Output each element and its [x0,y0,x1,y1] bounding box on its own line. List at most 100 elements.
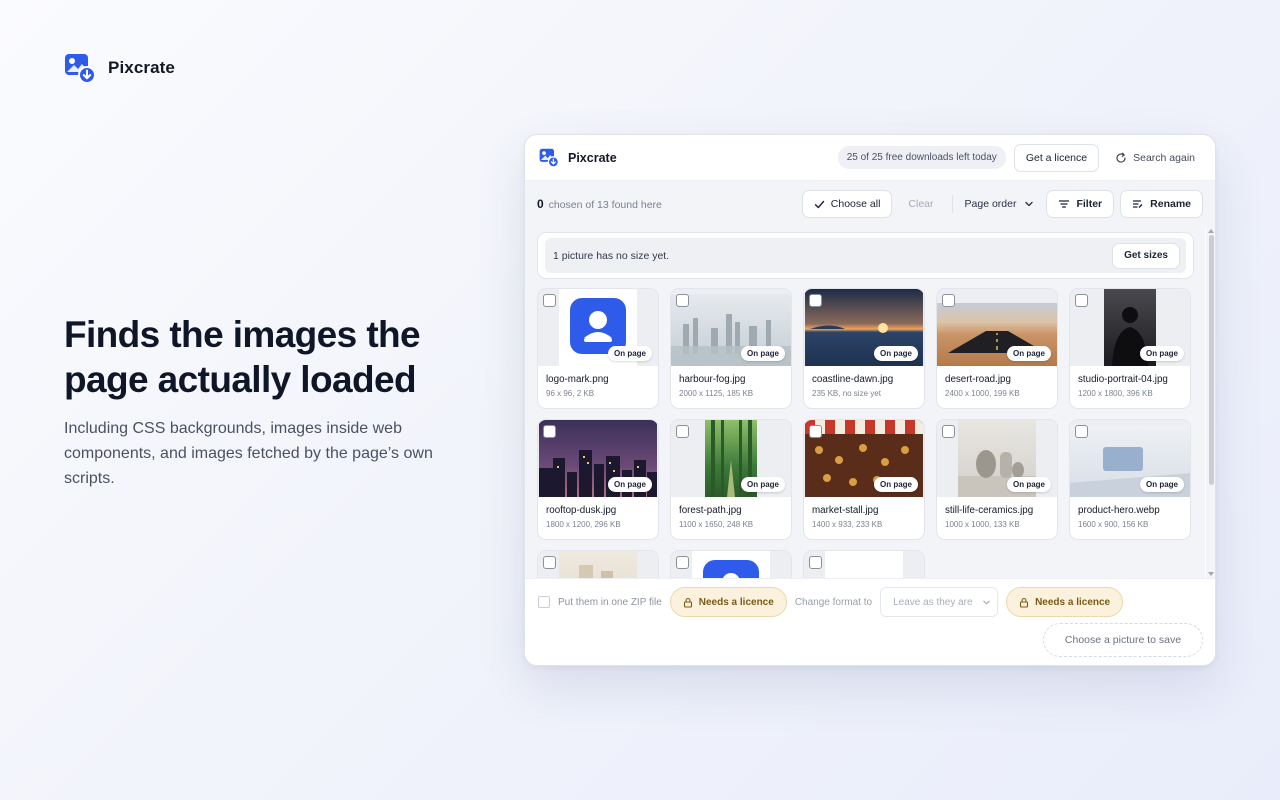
image-card[interactable]: On page harbour-fog.jpg 2000 x 1125, 185 K… [670,288,792,409]
image-meta: 2000 x 1125, 185 KB [679,389,754,398]
image-filename: rooftop-dusk.jpg [546,505,617,516]
image-filename: studio-portrait-04.jpg [1078,374,1168,385]
results-area[interactable]: 1 picture has no size yet. Get sizes On … [525,227,1205,578]
image-card[interactable]: On page market-stall.jpg 1400 x 933, 233 K… [803,419,925,540]
image-card[interactable]: On page product-hero.webp 1600 x 900, 156 … [1069,419,1191,540]
get-sizes-button[interactable]: Get sizes [1112,242,1180,269]
image-thumbnail[interactable]: On page [804,289,924,366]
on-page-badge: On page [740,477,785,492]
filter-button[interactable]: Filter [1046,190,1115,218]
image-thumbnail[interactable] [538,551,658,578]
format-select[interactable]: Leave as they are [880,587,999,617]
on-page-badge: On page [873,477,918,492]
on-page-badge: On page [1006,346,1051,361]
image-select-checkbox[interactable] [676,294,689,307]
refresh-icon [1116,152,1126,163]
image-thumbnail[interactable] [671,551,791,578]
image-thumbnail[interactable]: On page [1070,420,1190,497]
panel-toolbar: 0 chosen of 13 found here Choose all Cle… [525,181,1215,227]
on-page-badge: On page [1139,477,1184,492]
on-page-badge: On page [873,346,918,361]
image-thumbnail[interactable] [804,551,924,578]
image-thumbnail[interactable]: On page [1070,289,1190,366]
image-select-checkbox[interactable] [809,294,822,307]
image-meta: 96 x 96, 2 KB [546,389,595,398]
zip-label: Put them in one ZIP file [558,596,662,608]
image-select-checkbox[interactable] [543,425,556,438]
save-button[interactable]: Choose a picture to save [1043,623,1203,657]
toolbar-divider [951,195,953,213]
image-thumbnail[interactable]: On page [937,420,1057,497]
image-select-checkbox[interactable] [543,556,556,569]
image-select-checkbox[interactable] [676,425,689,438]
image-select-checkbox[interactable] [1075,425,1088,438]
image-meta: 235 KB, no size yet [812,389,881,398]
image-select-checkbox[interactable] [676,556,689,569]
panel-footer: Put them in one ZIP file Needs a licence… [525,578,1215,665]
image-thumbnail[interactable]: On page [538,420,658,497]
lock-icon [683,597,692,608]
image-select-checkbox[interactable] [942,425,955,438]
image-filename: coastline-dawn.jpg [812,374,894,385]
on-page-badge: On page [740,346,785,361]
image-card[interactable]: On page still-life-ceramics.jpg 1000 x 100… [936,419,1058,540]
image-filename: still-life-ceramics.jpg [945,505,1034,516]
image-card[interactable] [537,550,659,578]
image-meta: 2400 x 1000, 199 KB [945,389,1020,398]
image-select-checkbox[interactable] [809,556,822,569]
image-select-checkbox[interactable] [543,294,556,307]
image-select-checkbox[interactable] [942,294,955,307]
scrollbar[interactable] [1206,227,1215,578]
panel-brand-name: Pixcrate [568,150,617,165]
hero-subtitle: Including CSS backgrounds, images inside… [64,420,433,487]
licence-badge-format[interactable]: Needs a licence [1006,587,1124,617]
clear-button[interactable]: Clear [908,198,933,210]
image-card[interactable]: On page coastline-dawn.jpg 235 KB, no size… [803,288,925,409]
get-licence-button[interactable]: Get a licence [1013,143,1100,172]
image-thumbnail[interactable]: On page [671,289,791,366]
image-filename: product-hero.webp [1078,505,1160,516]
scroll-thumb[interactable] [1209,235,1214,485]
image-select-checkbox[interactable] [1075,294,1088,307]
image-card[interactable]: On page forest-path.jpg 1100 x 1650, 248 K… [670,419,792,540]
hero-title: Finds the images the page actually loade… [64,314,421,400]
page-brand: Pixcrate [64,53,175,83]
image-card[interactable]: On page desert-road.jpg 2400 x 1000, 199 K… [936,288,1058,409]
chevron-down-icon [1025,201,1034,207]
image-meta: 1000 x 1000, 133 KB [945,520,1020,529]
order-select[interactable]: Page order [965,198,1035,210]
zip-checkbox[interactable] [538,596,550,608]
quota-badge: 25 of 25 free downloads left today [837,146,1006,169]
image-card[interactable]: On page studio-portrait-04.jpg 1200 x 1800… [1069,288,1191,409]
on-page-badge: On page [607,346,652,361]
image-card[interactable] [803,550,925,578]
filter-icon [1059,200,1070,208]
image-card[interactable]: On page logo-mark.png 96 x 96, 2 KB [537,288,659,409]
choose-all-button[interactable]: Choose all [801,190,893,218]
chevron-down-icon [983,600,990,604]
image-card[interactable] [670,550,792,578]
image-filename: logo-mark.png [546,374,609,385]
image-filename: market-stall.jpg [812,505,879,516]
image-filename: desert-road.jpg [945,374,1011,385]
panel-header: Pixcrate 25 of 25 free downloads left to… [525,135,1215,181]
check-icon [814,200,824,208]
image-select-checkbox[interactable] [809,425,822,438]
image-thumbnail[interactable]: On page [804,420,924,497]
image-thumbnail[interactable]: On page [538,289,658,366]
rename-button[interactable]: Rename [1120,190,1203,218]
on-page-badge: On page [1139,346,1184,361]
chosen-count: 0 chosen of 13 found here [537,197,662,211]
image-thumbnail[interactable]: On page [671,420,791,497]
on-page-badge: On page [1006,477,1051,492]
hero: Finds the images the page actually loade… [64,312,464,491]
search-again-button[interactable]: Search again [1109,152,1201,164]
lock-icon [1020,597,1029,608]
brand-name: Pixcrate [108,58,175,77]
image-thumbnail[interactable]: On page [937,289,1057,366]
scroll-down-icon[interactable] [1208,572,1214,576]
image-meta: 1100 x 1650, 248 KB [679,520,754,529]
image-card[interactable]: On page rooftop-dusk.jpg 1800 x 1200, 296 … [537,419,659,540]
licence-badge[interactable]: Needs a licence [669,587,787,617]
scroll-up-icon[interactable] [1208,229,1214,233]
